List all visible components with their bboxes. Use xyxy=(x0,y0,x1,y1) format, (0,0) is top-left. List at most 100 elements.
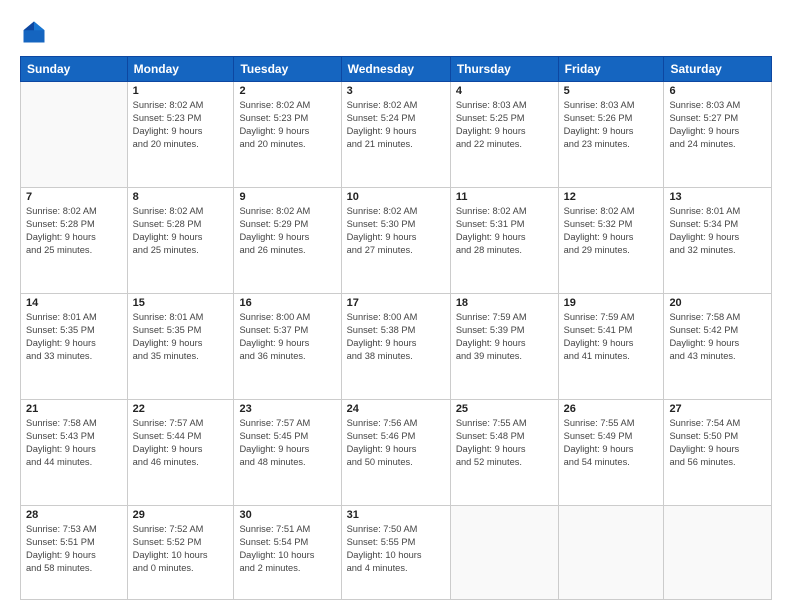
day-info: Sunrise: 8:03 AMSunset: 5:26 PMDaylight:… xyxy=(564,99,659,151)
calendar-week-row: 21Sunrise: 7:58 AMSunset: 5:43 PMDayligh… xyxy=(21,400,772,506)
calendar-cell: 1 Sunrise: 8:02 AMSunset: 5:23 PMDaylight… xyxy=(127,82,234,188)
day-number: 3 xyxy=(347,85,445,97)
weekday-header-friday: Friday xyxy=(558,57,664,82)
day-number: 1 xyxy=(133,85,229,97)
calendar-week-row: 1 Sunrise: 8:02 AMSunset: 5:23 PMDaylight… xyxy=(21,82,772,188)
calendar-cell: 13 Sunrise: 8:01 AMSunset: 5:34 PMDayligh… xyxy=(664,188,772,294)
day-info: Sunrise: 7:54 AMSunset: 5:50 PMDaylight:… xyxy=(669,417,766,469)
calendar-cell: 26 Sunrise: 7:55 AMSunset: 5:49 PMDayligh… xyxy=(558,400,664,506)
calendar-cell: 19 Sunrise: 7:59 AMSunset: 5:41 PMDayligh… xyxy=(558,294,664,400)
day-number: 20 xyxy=(669,297,766,309)
day-number: 5 xyxy=(564,85,659,97)
calendar-week-row: 7 Sunrise: 8:02 AMSunset: 5:28 PMDaylight… xyxy=(21,188,772,294)
calendar-cell: 8 Sunrise: 8:02 AMSunset: 5:28 PMDaylight… xyxy=(127,188,234,294)
weekday-header-sunday: Sunday xyxy=(21,57,128,82)
day-info: Sunrise: 7:56 AMSunset: 5:46 PMDaylight:… xyxy=(347,417,445,469)
day-info: Sunrise: 8:02 AMSunset: 5:28 PMDaylight:… xyxy=(133,205,229,257)
day-number: 23 xyxy=(239,403,335,415)
day-info: Sunrise: 7:55 AMSunset: 5:49 PMDaylight:… xyxy=(564,417,659,469)
calendar-cell: 28 Sunrise: 7:53 AMSunset: 5:51 PMDayligh… xyxy=(21,506,128,600)
day-number: 9 xyxy=(239,191,335,203)
calendar-cell: 31Sunrise: 7:50 AMSunset: 5:55 PMDayligh… xyxy=(341,506,450,600)
day-info: Sunrise: 8:00 AMSunset: 5:37 PMDaylight:… xyxy=(239,311,335,363)
day-info: Sunrise: 8:02 AMSunset: 5:30 PMDaylight:… xyxy=(347,205,445,257)
day-info: Sunrise: 8:02 AMSunset: 5:24 PMDaylight:… xyxy=(347,99,445,151)
logo xyxy=(20,18,52,46)
calendar-cell: 6 Sunrise: 8:03 AMSunset: 5:27 PMDaylight… xyxy=(664,82,772,188)
calendar-cell: 2Sunrise: 8:02 AMSunset: 5:23 PMDaylight… xyxy=(234,82,341,188)
day-info: Sunrise: 7:59 AMSunset: 5:41 PMDaylight:… xyxy=(564,311,659,363)
calendar-cell: 3 Sunrise: 8:02 AMSunset: 5:24 PMDaylight… xyxy=(341,82,450,188)
day-number: 24 xyxy=(347,403,445,415)
calendar-cell: 10 Sunrise: 8:02 AMSunset: 5:30 PMDayligh… xyxy=(341,188,450,294)
calendar-cell: 14Sunrise: 8:01 AMSunset: 5:35 PMDayligh… xyxy=(21,294,128,400)
calendar-cell: 23 Sunrise: 7:57 AMSunset: 5:45 PMDayligh… xyxy=(234,400,341,506)
calendar-table: SundayMondayTuesdayWednesdayThursdayFrid… xyxy=(20,56,772,600)
header xyxy=(20,18,772,46)
calendar-cell: 5 Sunrise: 8:03 AMSunset: 5:26 PMDaylight… xyxy=(558,82,664,188)
calendar-cell xyxy=(450,506,558,600)
calendar-cell: 4 Sunrise: 8:03 AMSunset: 5:25 PMDaylight… xyxy=(450,82,558,188)
day-info: Sunrise: 8:01 AMSunset: 5:34 PMDaylight:… xyxy=(669,205,766,257)
calendar-cell: 22Sunrise: 7:57 AMSunset: 5:44 PMDayligh… xyxy=(127,400,234,506)
day-number: 12 xyxy=(564,191,659,203)
calendar-cell: 27 Sunrise: 7:54 AMSunset: 5:50 PMDayligh… xyxy=(664,400,772,506)
day-info: Sunrise: 7:57 AMSunset: 5:45 PMDaylight:… xyxy=(239,417,335,469)
day-number: 30 xyxy=(239,509,335,521)
day-number: 4 xyxy=(456,85,553,97)
calendar-cell: 25 Sunrise: 7:55 AMSunset: 5:48 PMDayligh… xyxy=(450,400,558,506)
day-number: 8 xyxy=(133,191,229,203)
day-number: 25 xyxy=(456,403,553,415)
day-info: Sunrise: 7:53 AMSunset: 5:51 PMDaylight:… xyxy=(26,523,122,575)
day-number: 26 xyxy=(564,403,659,415)
day-info: Sunrise: 8:01 AMSunset: 5:35 PMDaylight:… xyxy=(133,311,229,363)
calendar-cell: 29 Sunrise: 7:52 AMSunset: 5:52 PMDayligh… xyxy=(127,506,234,600)
calendar-cell: 15 Sunrise: 8:01 AMSunset: 5:35 PMDayligh… xyxy=(127,294,234,400)
calendar-cell: 12 Sunrise: 8:02 AMSunset: 5:32 PMDayligh… xyxy=(558,188,664,294)
day-info: Sunrise: 7:58 AMSunset: 5:43 PMDaylight:… xyxy=(26,417,122,469)
day-info: Sunrise: 8:02 AMSunset: 5:29 PMDaylight:… xyxy=(239,205,335,257)
weekday-header-tuesday: Tuesday xyxy=(234,57,341,82)
day-number: 15 xyxy=(133,297,229,309)
day-number: 29 xyxy=(133,509,229,521)
day-number: 6 xyxy=(669,85,766,97)
calendar-page: SundayMondayTuesdayWednesdayThursdayFrid… xyxy=(0,0,792,612)
day-number: 16 xyxy=(239,297,335,309)
day-number: 2 xyxy=(239,85,335,97)
day-info: Sunrise: 7:59 AMSunset: 5:39 PMDaylight:… xyxy=(456,311,553,363)
day-info: Sunrise: 8:02 AMSunset: 5:32 PMDaylight:… xyxy=(564,205,659,257)
day-number: 19 xyxy=(564,297,659,309)
day-info: Sunrise: 8:03 AMSunset: 5:25 PMDaylight:… xyxy=(456,99,553,151)
calendar-cell: 20 Sunrise: 7:58 AMSunset: 5:42 PMDayligh… xyxy=(664,294,772,400)
day-info: Sunrise: 8:01 AMSunset: 5:35 PMDaylight:… xyxy=(26,311,122,363)
day-info: Sunrise: 8:02 AMSunset: 5:28 PMDaylight:… xyxy=(26,205,122,257)
day-info: Sunrise: 8:02 AMSunset: 5:23 PMDaylight:… xyxy=(133,99,229,151)
calendar-cell: 17Sunrise: 8:00 AMSunset: 5:38 PMDayligh… xyxy=(341,294,450,400)
day-info: Sunrise: 7:58 AMSunset: 5:42 PMDaylight:… xyxy=(669,311,766,363)
day-info: Sunrise: 7:52 AMSunset: 5:52 PMDaylight:… xyxy=(133,523,229,575)
day-number: 27 xyxy=(669,403,766,415)
calendar-cell xyxy=(664,506,772,600)
day-info: Sunrise: 8:02 AMSunset: 5:31 PMDaylight:… xyxy=(456,205,553,257)
day-info: Sunrise: 8:03 AMSunset: 5:27 PMDaylight:… xyxy=(669,99,766,151)
day-number: 17 xyxy=(347,297,445,309)
calendar-cell: 16 Sunrise: 8:00 AMSunset: 5:37 PMDayligh… xyxy=(234,294,341,400)
day-info: Sunrise: 7:55 AMSunset: 5:48 PMDaylight:… xyxy=(456,417,553,469)
day-info: Sunrise: 7:50 AMSunset: 5:55 PMDaylight:… xyxy=(347,523,445,575)
day-number: 13 xyxy=(669,191,766,203)
weekday-header-thursday: Thursday xyxy=(450,57,558,82)
day-number: 18 xyxy=(456,297,553,309)
calendar-week-row: 14Sunrise: 8:01 AMSunset: 5:35 PMDayligh… xyxy=(21,294,772,400)
calendar-cell: 7 Sunrise: 8:02 AMSunset: 5:28 PMDaylight… xyxy=(21,188,128,294)
day-number: 28 xyxy=(26,509,122,521)
day-number: 7 xyxy=(26,191,122,203)
logo-icon xyxy=(20,18,48,46)
calendar-cell: 9 Sunrise: 8:02 AMSunset: 5:29 PMDaylight… xyxy=(234,188,341,294)
day-number: 11 xyxy=(456,191,553,203)
day-number: 10 xyxy=(347,191,445,203)
day-number: 22 xyxy=(133,403,229,415)
day-info: Sunrise: 7:51 AMSunset: 5:54 PMDaylight:… xyxy=(239,523,335,575)
calendar-cell: 24 Sunrise: 7:56 AMSunset: 5:46 PMDayligh… xyxy=(341,400,450,506)
calendar-cell: 11 Sunrise: 8:02 AMSunset: 5:31 PMDayligh… xyxy=(450,188,558,294)
weekday-header-saturday: Saturday xyxy=(664,57,772,82)
